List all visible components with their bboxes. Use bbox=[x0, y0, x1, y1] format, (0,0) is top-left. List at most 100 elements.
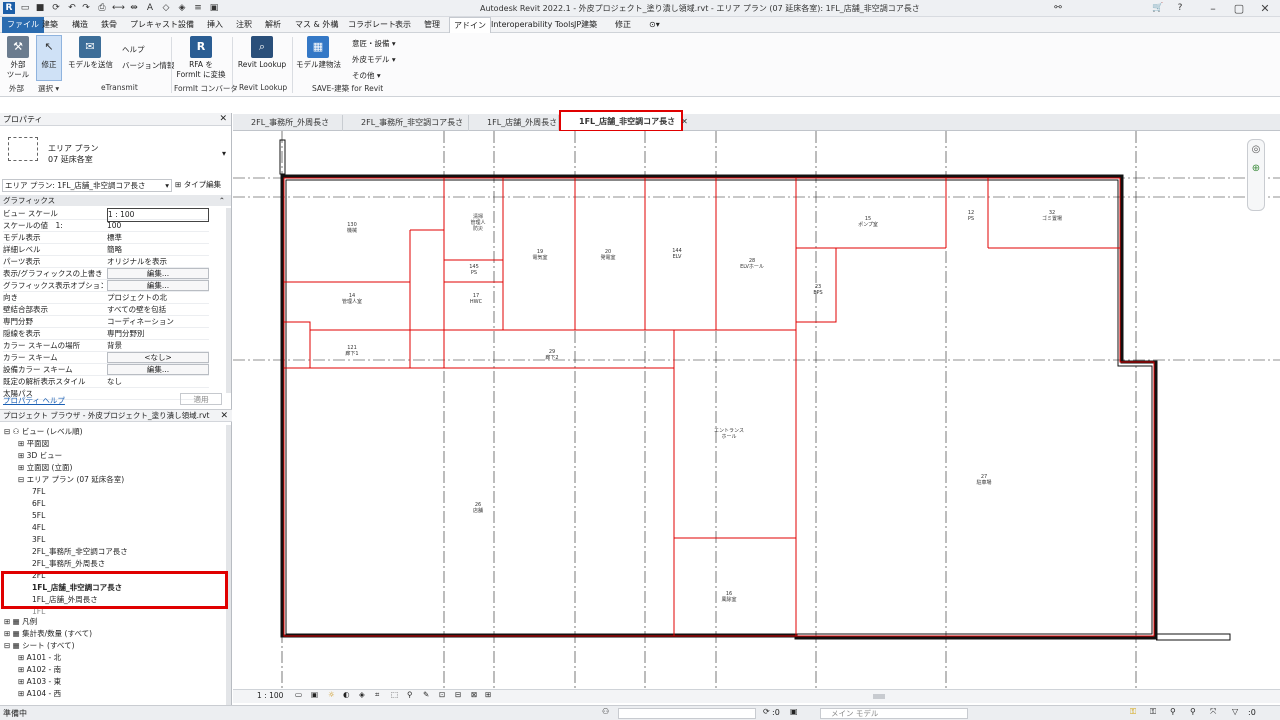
model-property-button[interactable]: ▦ モデル建物法 bbox=[296, 36, 341, 70]
help-link[interactable]: ヘルプ bbox=[122, 44, 145, 55]
binoculars-icon[interactable]: ⚯ bbox=[1052, 2, 1064, 14]
render-icon[interactable]: ◈ bbox=[359, 690, 365, 699]
sync-icon[interactable]: ⟳ bbox=[50, 2, 62, 14]
tree-item[interactable]: ⊟ ⚇ ビュー (レベル順) bbox=[4, 426, 83, 438]
revit-logo-icon[interactable]: R bbox=[3, 2, 15, 14]
tree-item[interactable]: 7FL bbox=[32, 486, 45, 498]
analytical-icon[interactable]: ⊟ bbox=[455, 690, 461, 699]
steering-wheel-icon[interactable]: ◎ bbox=[1248, 144, 1264, 155]
menu-addins[interactable]: アドイン bbox=[449, 17, 491, 33]
property-value[interactable]: 100 bbox=[107, 220, 209, 232]
menu-annotate[interactable]: 注釈 bbox=[232, 17, 256, 33]
property-row[interactable]: パーツ表示 オリジナルを表示 bbox=[3, 256, 209, 268]
tree-item[interactable]: ⊞ 3D ビュー bbox=[18, 450, 62, 462]
close-hidden-icon[interactable]: ▣ bbox=[208, 2, 220, 14]
property-value[interactable]: 専門分野別 bbox=[107, 328, 209, 340]
version-link[interactable]: バージョン情報 bbox=[122, 60, 174, 71]
others-dropdown[interactable]: その他 ▾ bbox=[352, 70, 381, 81]
property-value[interactable]: 編集... bbox=[107, 280, 209, 291]
tree-item[interactable]: ⊟ エリア プラン (07 延床各室) bbox=[18, 474, 124, 486]
redo-icon[interactable]: ↷ bbox=[80, 2, 92, 14]
property-value[interactable]: 簡略 bbox=[107, 244, 209, 256]
temp-hide-icon[interactable]: ⚲ bbox=[407, 690, 413, 699]
tree-expander-icon[interactable]: ⊞ bbox=[18, 463, 27, 472]
property-row[interactable]: 設備カラー スキーム 編集... bbox=[3, 364, 209, 376]
open-icon[interactable]: ▭ bbox=[19, 2, 31, 14]
visual-style-icon[interactable]: ▣ bbox=[311, 690, 318, 699]
tree-expander-icon[interactable]: ⊟ bbox=[18, 475, 27, 484]
ribbon-toggle-icon[interactable]: ⊙▾ bbox=[645, 17, 664, 33]
cart-icon[interactable]: 🛒 bbox=[1152, 2, 1164, 14]
property-row[interactable]: モデル表示 標準 bbox=[3, 232, 209, 244]
menu-structure[interactable]: 構造 bbox=[68, 17, 92, 33]
text-icon[interactable]: A bbox=[144, 2, 156, 14]
property-row[interactable]: 壁結合部表示 すべての壁を包括 bbox=[3, 304, 209, 316]
navigation-bar[interactable]: ◎ ⊕ bbox=[1247, 139, 1265, 211]
property-row[interactable]: カラー スキームの場所 背景 bbox=[3, 340, 209, 352]
workset-dropdown[interactable] bbox=[618, 708, 756, 719]
tree-expander-icon[interactable]: ⊞ ▦ bbox=[4, 617, 22, 626]
tree-expander-icon[interactable]: ⊞ bbox=[18, 665, 27, 674]
tree-expander-icon[interactable]: ⊟ ▦ bbox=[4, 641, 22, 650]
3d-view-icon[interactable]: ◇ bbox=[160, 2, 172, 14]
select-underlay-icon[interactable]: ⚿ bbox=[1150, 707, 1156, 717]
dimension-icon[interactable]: ⇹ bbox=[128, 2, 140, 14]
tab-2fl-office-perimeter[interactable]: 2FL_事務所_外周長さ bbox=[233, 115, 343, 131]
tree-expander-icon[interactable]: ⊞ ▦ bbox=[4, 629, 22, 638]
undo-icon[interactable]: ↶ bbox=[66, 2, 78, 14]
drawing-canvas[interactable]: 130 機械 清掃 管理人 防災 19 電気室 20 発電室 144 ELV 28 ELVホール 15 ポン… bbox=[233, 131, 1280, 689]
design-option-dropdown[interactable]: メイン モデル bbox=[820, 708, 968, 719]
reveal-hidden-icon[interactable]: ✎ bbox=[423, 690, 429, 699]
tree-expander-icon[interactable]: ⊞ bbox=[18, 689, 27, 698]
property-value[interactable]: 編集... bbox=[107, 268, 209, 279]
graphics-group[interactable]: グラフィックス ⌃ bbox=[0, 195, 231, 206]
measure-icon[interactable]: ⟷ bbox=[112, 2, 125, 14]
tree-item[interactable]: ⊞ 立面図 (立面) bbox=[18, 462, 72, 474]
thin-lines-icon[interactable]: ≡ bbox=[192, 2, 204, 14]
property-row[interactable]: 向き プロジェクトの北 bbox=[3, 292, 209, 304]
property-value[interactable]: 背景 bbox=[107, 340, 209, 352]
revit-lookup-button[interactable]: ⌕ Revit Lookup bbox=[236, 36, 288, 70]
tree-item[interactable]: 1FL_店舗_外周長さ bbox=[32, 594, 98, 606]
select-links-icon[interactable]: ⚿ bbox=[1130, 707, 1136, 717]
property-value[interactable]: 編集... bbox=[107, 364, 209, 375]
editable-icon[interactable]: ⟳ bbox=[763, 707, 770, 716]
view-scale[interactable]: 1 : 100 bbox=[257, 691, 283, 700]
browser-close-icon[interactable]: ✕ bbox=[220, 410, 228, 422]
sun-path-icon[interactable]: ☼ bbox=[328, 690, 335, 699]
tab-close-icon[interactable]: ✕ bbox=[681, 117, 688, 126]
property-row[interactable]: カラー スキーム <なし> bbox=[3, 352, 209, 364]
section-icon[interactable]: ◈ bbox=[176, 2, 188, 14]
property-value[interactable]: <なし> bbox=[107, 352, 209, 363]
tree-expander-icon[interactable]: ⊞ bbox=[18, 653, 27, 662]
canvas-hscroll[interactable] bbox=[873, 694, 885, 699]
tree-item[interactable]: 1FL_店舗_非空調コア長さ bbox=[32, 582, 122, 594]
property-row[interactable]: ビュー スケール 1 : 100 bbox=[3, 208, 209, 222]
menu-modify[interactable]: 修正 bbox=[611, 17, 635, 33]
menu-view[interactable]: 表示 bbox=[391, 17, 415, 33]
tree-expander-icon[interactable]: ⊞ bbox=[18, 677, 27, 686]
menu-analyze[interactable]: 解析 bbox=[261, 17, 285, 33]
modify-button[interactable]: ↖ 修正 bbox=[36, 35, 62, 81]
worksharing-icon[interactable]: ⊡ bbox=[439, 690, 445, 699]
send-model-button[interactable]: ✉ モデルを送信 bbox=[68, 36, 113, 70]
tree-item[interactable]: 3FL bbox=[32, 534, 45, 546]
select-pinned-icon[interactable]: ⚲ bbox=[1170, 707, 1176, 716]
property-value[interactable]: すべての壁を包括 bbox=[107, 304, 209, 316]
property-row[interactable]: スケールの値 1: 100 bbox=[3, 220, 209, 232]
tree-item[interactable]: ⊞ 平面図 bbox=[18, 438, 49, 450]
property-value[interactable]: なし bbox=[107, 376, 209, 388]
detail-level-icon[interactable]: ▭ bbox=[295, 690, 302, 699]
property-row[interactable]: 既定の解析表示スタイル なし bbox=[3, 376, 209, 388]
menu-interoperability[interactable]: Interoperability Tools bbox=[487, 17, 579, 33]
tree-item[interactable]: ⊟ ▦ シート (すべて) bbox=[4, 640, 75, 652]
tree-item[interactable]: 6FL bbox=[32, 498, 45, 510]
highlight-icon[interactable]: ⊠ bbox=[471, 690, 477, 699]
constraints-icon[interactable]: ⊞ bbox=[485, 690, 491, 699]
skin-model-dropdown[interactable]: 外皮モデル ▾ bbox=[352, 54, 396, 65]
design-equipment-dropdown[interactable]: 意匠・設備 ▾ bbox=[352, 38, 396, 49]
menu-manage[interactable]: 管理 bbox=[420, 17, 444, 33]
zoom-icon[interactable]: ⊕ bbox=[1248, 163, 1264, 174]
tab-1fl-store-core[interactable]: 1FL_店舗_非空調コア長さ ✕ bbox=[559, 110, 688, 132]
menu-systems[interactable]: 設備 bbox=[174, 17, 198, 33]
